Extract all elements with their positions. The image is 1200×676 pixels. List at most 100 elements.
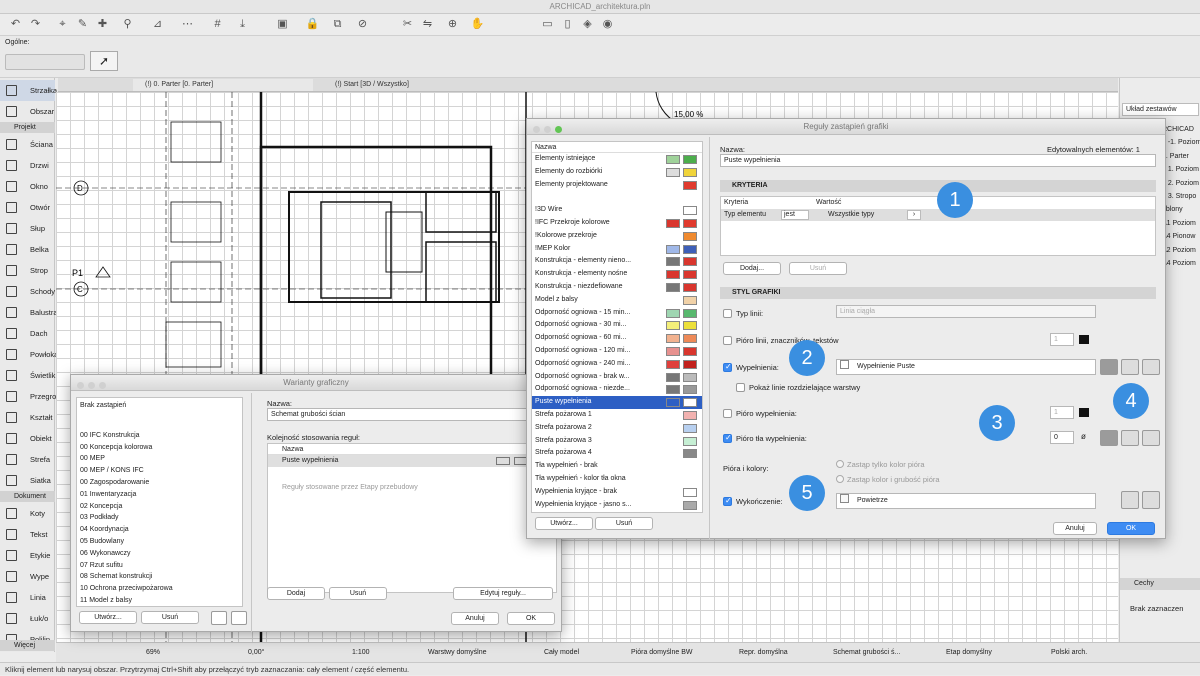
rule-item[interactable]: !IFC Przekroje kolorowe — [532, 217, 702, 230]
mirror-icon[interactable]: ⇋ — [420, 17, 435, 32]
export-icon[interactable] — [231, 611, 247, 625]
combination-item[interactable]: 00 MEP — [77, 453, 242, 465]
line-pen-checkbox[interactable] — [723, 336, 732, 345]
guide-icon[interactable]: ⊿ — [150, 17, 165, 32]
toolbox-section[interactable]: Dokument — [0, 491, 55, 502]
tool-item[interactable]: Słup — [0, 218, 55, 239]
combination-item[interactable]: 05 Budowlany — [77, 536, 242, 548]
tool-item[interactable]: Balustra — [0, 302, 55, 323]
zoom-value[interactable]: 69% — [146, 646, 160, 660]
more-tools[interactable]: Więcej — [0, 640, 55, 651]
layer-combination[interactable]: Warstwy domyślne — [428, 646, 486, 660]
line-pen-field[interactable]: 1 — [1050, 333, 1074, 346]
fill-section-icon[interactable] — [1121, 430, 1139, 446]
zoom-icon[interactable]: ⊕ — [445, 17, 460, 32]
combination-item[interactable]: 10 Ochrona przeciwpożarowa — [77, 583, 242, 595]
rule-item[interactable]: Odporność ogniowa - niezde... — [532, 383, 702, 396]
tool-item[interactable]: Okno — [0, 176, 55, 197]
rule-item[interactable]: !Kolorowe przekroje — [532, 230, 702, 243]
properties-header[interactable]: Cechy — [1120, 578, 1200, 590]
combination-item[interactable]: 07 Rzut sufitu — [77, 560, 242, 572]
create-combination-button[interactable]: Utwórz... — [79, 611, 137, 624]
rule-order-list[interactable]: Nazwa Puste wypełnienia Reguły stosowane… — [267, 443, 557, 593]
arrow-tool-icon[interactable]: ➚ — [90, 51, 118, 71]
fill-section-icon[interactable] — [1121, 359, 1139, 375]
combination-item[interactable]: 00 MEP / KONS IFC — [77, 465, 242, 477]
delete-rule-button[interactable]: Usuń — [595, 517, 653, 530]
navigator-item[interactable]: A4 Poziom — [1162, 260, 1196, 267]
add-criteria-button[interactable]: Dodaj... — [723, 262, 781, 275]
cancel-button[interactable]: Anuluj — [1053, 522, 1097, 535]
tool-item[interactable]: Strzałka — [0, 80, 55, 101]
combination-item[interactable]: 06 Wykonawczy — [77, 548, 242, 560]
rule-item[interactable]: Odporność ogniowa - 15 min... — [532, 307, 702, 320]
combination-name-field[interactable]: Schemat grubości ścian — [267, 408, 557, 421]
rule-item[interactable]: Elementy istniejące — [532, 153, 702, 166]
tool-item[interactable]: Dach — [0, 323, 55, 344]
combination-item[interactable]: Brak zastąpień — [77, 400, 242, 412]
tool-item[interactable]: Siatka — [0, 470, 55, 491]
language-standard[interactable]: Polski arch. — [1051, 646, 1087, 660]
line-type-select[interactable]: Linia ciągła — [836, 305, 1096, 318]
rule-item[interactable]: !3D Wire — [532, 204, 702, 217]
rule-item[interactable]: Model z balsy — [532, 294, 702, 307]
tool-item[interactable]: Powłoka — [0, 344, 55, 365]
rule-item[interactable]: !MEP Kolor — [532, 243, 702, 256]
rule-item[interactable]: Elementy projektowane — [532, 179, 702, 192]
surface-cover-icon[interactable] — [1142, 491, 1160, 509]
fill-pen-checkbox[interactable] — [723, 409, 732, 418]
rule-item[interactable]: Odporność ogniowa - 120 mi... — [532, 345, 702, 358]
rule-item[interactable]: Tła wypełnień - kolor tła okna — [532, 473, 702, 486]
graphic-override[interactable]: Schemat grubości ś... — [833, 646, 900, 660]
pen-set[interactable]: Pióra domyślne BW — [631, 646, 692, 660]
style-section-header[interactable]: STYL GRAFIKI — [720, 287, 1156, 299]
rule-name-field[interactable]: Puste wypełnienia — [720, 154, 1156, 167]
rule-item[interactable]: Strefa pożarowa 4 — [532, 447, 702, 460]
background-pen-checkbox[interactable] — [723, 434, 732, 443]
fills-checkbox[interactable] — [723, 363, 732, 372]
layout-set-select[interactable]: Układ zestawów — [1122, 103, 1199, 116]
eyedropper-icon[interactable]: ✎ — [75, 17, 90, 32]
tool-item[interactable]: Łuk/o — [0, 608, 55, 629]
suspend-icon[interactable]: ⊘ — [355, 17, 370, 32]
cancel-button[interactable]: Anuluj — [451, 612, 499, 625]
replace-color-weight-radio[interactable] — [836, 475, 844, 483]
undo-icon[interactable]: ↶ — [8, 17, 23, 32]
tool-item[interactable]: Przegro — [0, 386, 55, 407]
finish-checkbox[interactable] — [723, 497, 732, 506]
group-icon[interactable]: ⧉ — [330, 17, 345, 32]
pick-icon[interactable]: ⌖ — [55, 17, 70, 32]
combination-item[interactable]: 02 Koncepcja — [77, 501, 242, 513]
fill-plan-icon[interactable] — [1100, 359, 1118, 375]
toolbox-section[interactable]: Projekt — [0, 122, 55, 133]
operator-select[interactable]: jest — [781, 210, 809, 220]
rule-item[interactable]: Strefa pożarowa 2 — [532, 422, 702, 435]
navigator-item[interactable]: 0. Parter — [1162, 153, 1189, 160]
tool-item[interactable]: Strefa — [0, 449, 55, 470]
criteria-section-header[interactable]: KRYTERIA — [720, 180, 1156, 192]
redo-icon[interactable]: ↷ — [28, 17, 43, 32]
tool-item[interactable]: Obiekt — [0, 428, 55, 449]
navigator-item[interactable]: A2 Poziom — [1162, 247, 1196, 254]
combination-item[interactable]: 01 Inwentaryzacja — [77, 489, 242, 501]
angle-value[interactable]: 0,00° — [248, 646, 264, 660]
rule-item[interactable]: Wypełnienia kryjące - jasno s... — [532, 499, 702, 512]
add-rule-button[interactable]: Dodaj — [267, 587, 325, 600]
fill-type-select[interactable]: Wypełnienie Puste — [836, 359, 1096, 375]
combination-item[interactable]: 00 Zagospodarowanie — [77, 477, 242, 489]
navigator-item[interactable]: 3 1. Poziom — [1162, 166, 1199, 173]
rule-item[interactable]: Strefa pożarowa 3 — [532, 435, 702, 448]
combination-item[interactable]: 00 Koncepcja kolorowa — [77, 442, 242, 454]
import-icon[interactable] — [211, 611, 227, 625]
create-rule-button[interactable]: Utwórz... — [535, 517, 593, 530]
gravity-icon[interactable]: ⤓ — [235, 17, 250, 32]
tool-item[interactable]: Schody — [0, 281, 55, 302]
surface-painter-icon[interactable] — [1121, 491, 1139, 509]
lock-icon[interactable]: 🔒 — [305, 17, 320, 32]
combination-item[interactable]: 11 Model z balsy — [77, 595, 242, 607]
info-box-controls[interactable] — [5, 54, 85, 70]
snap-icon[interactable]: ⋯ — [180, 17, 195, 32]
fill-plan-icon[interactable] — [1100, 430, 1118, 446]
model-view[interactable]: Cały model — [544, 646, 579, 660]
fill-surface-icon[interactable] — [1142, 430, 1160, 446]
